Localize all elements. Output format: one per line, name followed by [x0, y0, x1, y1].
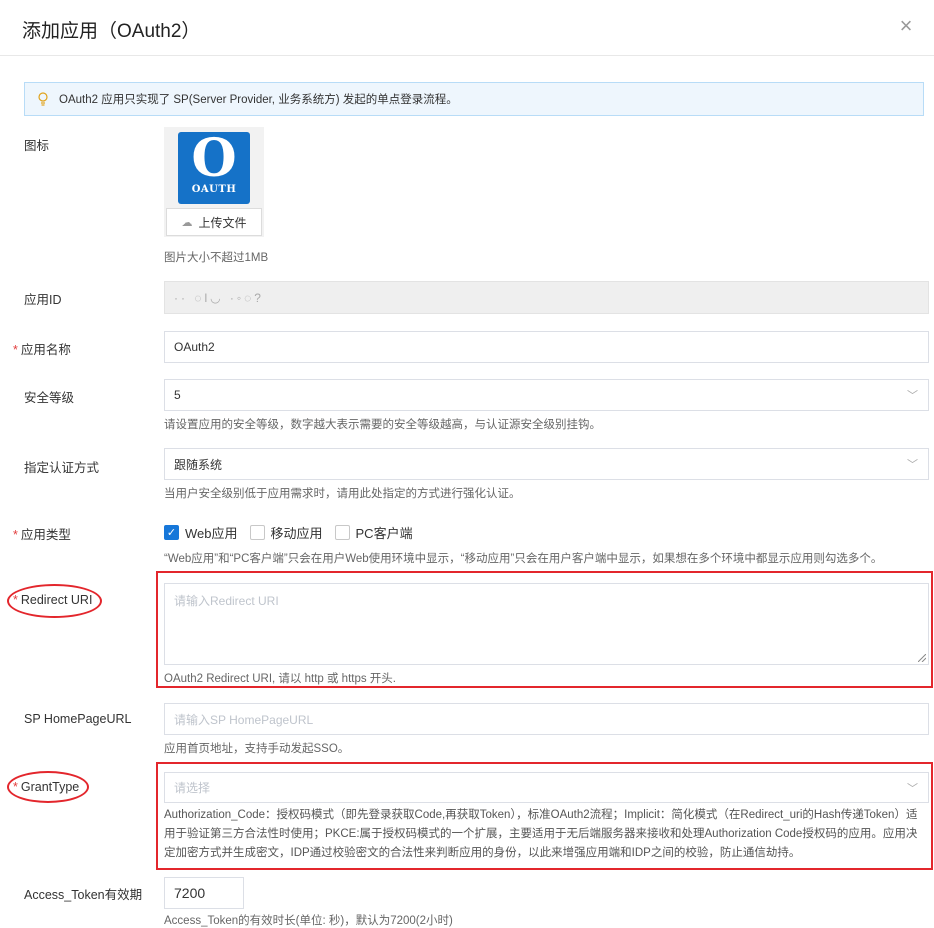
access-token-value: 7200 — [174, 885, 206, 901]
app-type-label: * 应用类型 — [13, 524, 71, 543]
required-mark: * — [13, 593, 18, 607]
chevron-down-icon: ﹀ — [907, 390, 918, 402]
access-token-hint: Access_Token的有效时长(单位: 秒)，默认为7200(2小时) — [164, 915, 453, 927]
auth-method-value: 跟随系统 — [174, 457, 223, 472]
redirect-uri-label: * Redirect URI — [13, 593, 92, 607]
app-type-hint: “Web应用”和“PC客户端”只会在用户Web使用环境中显示，“移动应用”只会在… — [164, 553, 883, 565]
homepage-label: SP HomePageURL — [24, 712, 132, 726]
resize-handle-icon[interactable] — [918, 654, 926, 662]
required-mark: * — [13, 343, 18, 357]
grant-type-placeholder: 请选择 — [174, 781, 211, 795]
auth-method-label: 指定认证方式 — [24, 461, 100, 475]
grant-type-select[interactable]: 请选择 ﹀ — [164, 772, 929, 803]
grant-type-label-text: GrantType — [20, 780, 80, 794]
icon-label: 图标 — [24, 139, 50, 153]
dialog-header: 添加应用（OAuth2） × — [0, 0, 934, 56]
access-token-label: Access_Token有效期 — [24, 888, 143, 902]
checkbox-label: PC客户端 — [355, 526, 413, 541]
redirect-uri-textarea[interactable]: 请输入Redirect URI — [164, 583, 929, 665]
icon-size-hint: 图片大小不超过1MB — [164, 252, 269, 264]
auth-method-hint: 当用户安全级别低于应用需求时，请用此处指定的方式进行强化认证。 — [164, 488, 521, 500]
security-level-hint: 请设置应用的安全等级，数字越大表示需要的安全等级越高，与认证源安全级别挂钩。 — [164, 419, 601, 431]
dialog-title: 添加应用（OAuth2） — [22, 21, 201, 42]
required-mark: * — [13, 780, 18, 794]
checkbox-checked-icon: ✓ — [164, 525, 179, 540]
upload-file-button[interactable]: ☁ 上传文件 — [166, 208, 262, 236]
homepage-input[interactable]: 请输入SP HomePageURL — [164, 703, 929, 735]
close-icon[interactable]: × — [894, 14, 918, 38]
grant-type-description: Authorization_Code：授权码模式（即先登录获取Code,再获取T… — [164, 809, 918, 859]
info-notice: OAuth2 应用只实现了 SP(Server Provider, 业务系统方)… — [24, 82, 924, 116]
homepage-placeholder: 请输入SP HomePageURL — [174, 712, 314, 727]
checkbox-label: Web应用 — [185, 526, 238, 541]
cloud-upload-icon: ☁ — [181, 216, 193, 229]
redirect-uri-placeholder: 请输入Redirect URI — [174, 594, 279, 608]
add-app-dialog: 添加应用（OAuth2） × OAuth2 应用只实现了 SP(Server P… — [0, 0, 934, 927]
notice-text: OAuth2 应用只实现了 SP(Server Provider, 业务系统方)… — [59, 94, 458, 106]
security-level-label: 安全等级 — [24, 391, 75, 405]
checkbox-web-app[interactable]: ✓ Web应用 — [164, 523, 238, 542]
redirect-uri-label-text: Redirect URI — [20, 593, 93, 607]
app-name-value: OAuth2 — [174, 340, 215, 354]
lightbulb-icon — [38, 92, 48, 106]
redirect-uri-hint: OAuth2 Redirect URI, 请以 http 或 https 开头. — [164, 673, 396, 685]
chevron-down-icon: ﹀ — [907, 782, 918, 795]
oauth-logo-letter: O — [191, 128, 237, 189]
homepage-hint: 应用首页地址，支持手动发起SSO。 — [164, 743, 350, 755]
app-id-field: ·· ◌l◡ ·◦◌? — [164, 281, 929, 314]
required-mark: * — [13, 528, 18, 542]
app-type-label-text: 应用类型 — [20, 528, 71, 542]
security-level-value: 5 — [174, 388, 181, 402]
checkbox-empty-icon — [334, 525, 350, 540]
app-type-checkboxes: ✓ Web应用 移动应用 PC客户端 — [164, 523, 425, 542]
oauth-logo: O OAUTH — [178, 132, 250, 204]
grant-type-label: * GrantType — [13, 780, 79, 794]
checkbox-mobile-app[interactable]: 移动应用 — [249, 523, 323, 542]
auth-method-select[interactable]: 跟随系统 ﹀ — [164, 448, 929, 480]
access-token-input[interactable]: 7200 — [164, 877, 244, 909]
checkbox-label: 移动应用 — [270, 526, 323, 541]
upload-button-label: 上传文件 — [198, 215, 247, 230]
checkbox-pc-client[interactable]: PC客户端 — [334, 523, 413, 542]
app-name-input[interactable]: OAuth2 — [164, 331, 929, 363]
chevron-down-icon: ﹀ — [907, 459, 918, 471]
app-id-label: 应用ID — [24, 293, 62, 307]
oauth-logo-text: OAUTH — [191, 184, 237, 195]
app-id-value: ·· ◌l◡ ·◦◌? — [174, 290, 264, 305]
checkbox-empty-icon — [249, 525, 265, 540]
app-name-label: * 应用名称 — [13, 339, 71, 358]
security-level-select[interactable]: 5 ﹀ — [164, 379, 929, 411]
app-name-label-text: 应用名称 — [20, 343, 71, 357]
